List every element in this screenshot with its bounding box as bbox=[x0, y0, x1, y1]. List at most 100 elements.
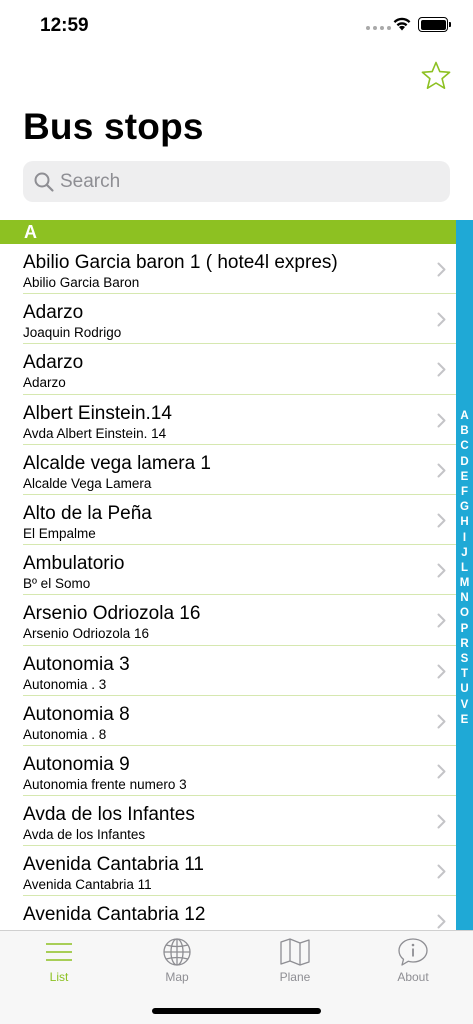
index-letter[interactable]: S bbox=[461, 652, 469, 667]
stop-name: Ambulatorio bbox=[23, 553, 125, 575]
chevron-right-icon bbox=[437, 814, 446, 829]
index-letter[interactable]: F bbox=[461, 485, 468, 500]
chevron-right-icon bbox=[437, 664, 446, 678]
tab-list[interactable]: List bbox=[0, 931, 118, 991]
list-icon bbox=[46, 943, 72, 961]
stop-name: Autonomia 3 bbox=[23, 653, 130, 675]
stop-street: Autonomia . 8 bbox=[23, 726, 107, 742]
tab-plane[interactable]: Plane bbox=[236, 931, 354, 991]
stop-name: Arsenio Odriozola 16 bbox=[23, 603, 201, 625]
stop-street: Bº el Somo bbox=[23, 576, 91, 592]
search-input[interactable] bbox=[60, 170, 440, 193]
index-letter[interactable]: D bbox=[460, 455, 468, 470]
globe-icon bbox=[163, 938, 191, 966]
status-time: 12:59 bbox=[40, 15, 89, 36]
search-bar[interactable] bbox=[23, 161, 450, 202]
chevron-right-icon bbox=[437, 312, 446, 327]
index-letter[interactable]: R bbox=[460, 637, 468, 652]
list-item[interactable]: Autonomia 9 Autonomia frente numero 3 bbox=[0, 746, 456, 797]
tab-label: Plane bbox=[279, 970, 311, 984]
list-item[interactable]: Alto de la Peña El Empalme bbox=[0, 495, 456, 546]
tab-label: About bbox=[397, 970, 429, 984]
chevron-right-icon bbox=[437, 362, 446, 377]
index-letter[interactable]: V bbox=[461, 698, 469, 713]
index-letter[interactable]: E bbox=[461, 713, 469, 728]
index-letter[interactable]: B bbox=[460, 424, 468, 439]
stop-street: Autonomia frente numero 3 bbox=[23, 776, 187, 792]
chevron-right-icon bbox=[437, 513, 446, 528]
section-index-bar[interactable]: A B C D E F G H I J L M N O P R S T U V … bbox=[456, 220, 473, 930]
wifi-icon bbox=[393, 17, 411, 31]
bus-stop-list[interactable]: Abilio Garcia baron 1 ( hote4l expres) Ab… bbox=[0, 244, 456, 930]
stop-name: Alcalde vega lamera 1 bbox=[23, 452, 211, 474]
index-letter[interactable]: O bbox=[460, 606, 469, 621]
tab-about[interactable]: About bbox=[354, 931, 472, 991]
index-letter[interactable]: E bbox=[461, 470, 469, 485]
chevron-right-icon bbox=[437, 463, 446, 478]
list-item[interactable]: Adarzo Adarzo bbox=[0, 344, 456, 395]
chevron-right-icon bbox=[437, 714, 446, 729]
index-letter[interactable]: I bbox=[463, 531, 466, 546]
stop-name: Avenida Cantabria 12 bbox=[23, 904, 206, 926]
list-item[interactable]: Avenida Cantabria 11 Avenida Cantabria 11 bbox=[0, 846, 456, 897]
stop-street: Avda de los Infantes bbox=[23, 827, 146, 843]
tab-label: Map bbox=[165, 970, 189, 984]
stop-name: Autonomia 8 bbox=[23, 703, 130, 725]
index-letter[interactable]: H bbox=[460, 515, 468, 530]
index-letter[interactable]: T bbox=[461, 667, 468, 682]
index-letter[interactable]: L bbox=[461, 561, 468, 576]
index-letter[interactable]: A bbox=[460, 409, 468, 424]
stop-name: Avda de los Infantes bbox=[23, 804, 195, 826]
index-letter[interactable]: C bbox=[460, 439, 468, 454]
map-icon bbox=[280, 938, 310, 966]
list-item[interactable]: Albert Einstein.14 Avda Albert Einstein. … bbox=[0, 395, 456, 445]
chevron-right-icon bbox=[437, 764, 446, 779]
info-icon bbox=[398, 938, 428, 966]
stop-name: Abilio Garcia baron 1 ( hote4l expres) bbox=[23, 252, 338, 273]
cellular-signal-icon bbox=[366, 26, 391, 30]
stop-street: Avda Albert Einstein. 14 bbox=[23, 425, 167, 441]
favorites-star-icon[interactable] bbox=[420, 60, 452, 92]
list-item[interactable]: Avenida Cantabria 12 bbox=[0, 896, 456, 930]
tab-map[interactable]: Map bbox=[118, 931, 236, 991]
stop-name: Albert Einstein.14 bbox=[23, 402, 172, 424]
list-item[interactable]: Autonomia 3 Autonomia . 3 bbox=[0, 646, 456, 696]
list-item[interactable]: Abilio Garcia baron 1 ( hote4l expres) Ab… bbox=[0, 244, 456, 295]
list-item[interactable]: Arsenio Odriozola 16 Arsenio Odriozola 16 bbox=[0, 595, 456, 646]
chevron-right-icon bbox=[437, 914, 446, 929]
stop-street: El Empalme bbox=[23, 525, 96, 541]
chevron-right-icon bbox=[437, 413, 446, 428]
index-letter[interactable]: P bbox=[461, 622, 469, 637]
stop-name: Alto de la Peña bbox=[23, 502, 152, 524]
stop-name: Adarzo bbox=[23, 302, 84, 324]
stop-name: Avenida Cantabria 11 bbox=[23, 854, 204, 876]
list-item[interactable]: Avda de los Infantes Avda de los Infantes bbox=[0, 796, 456, 847]
battery-icon bbox=[418, 17, 451, 32]
list-item[interactable]: Autonomia 8 Autonomia . 8 bbox=[0, 696, 456, 746]
list-item[interactable]: Ambulatorio Bº el Somo bbox=[0, 545, 456, 596]
stop-street: Alcalde Vega Lamera bbox=[23, 475, 152, 491]
stop-name: Autonomia 9 bbox=[23, 753, 130, 775]
stop-street: Abilio Garcia Baron bbox=[23, 275, 140, 290]
index-letter[interactable]: N bbox=[460, 591, 468, 606]
stop-name: Adarzo bbox=[23, 352, 84, 374]
stop-street: Adarzo bbox=[23, 375, 66, 391]
index-letter[interactable]: M bbox=[460, 576, 470, 591]
index-letter[interactable]: G bbox=[460, 500, 469, 515]
page-title: Bus stops bbox=[23, 106, 204, 147]
index-letters: A B C D E F G H I J L M N O P R S T U V … bbox=[456, 409, 473, 728]
status-bar: 12:59 bbox=[0, 0, 473, 50]
chevron-right-icon bbox=[437, 864, 446, 879]
stop-street: Avenida Cantabria 11 bbox=[23, 877, 152, 893]
tab-label: List bbox=[49, 970, 69, 984]
stop-street: Joaquin Rodrigo bbox=[23, 325, 122, 341]
chevron-right-icon bbox=[437, 613, 446, 628]
stop-street: Autonomia . 3 bbox=[23, 676, 107, 692]
index-letter[interactable]: U bbox=[460, 682, 468, 697]
chevron-right-icon bbox=[437, 563, 446, 578]
search-icon bbox=[34, 172, 54, 192]
chevron-right-icon bbox=[437, 262, 446, 277]
list-item[interactable]: Alcalde vega lamera 1 Alcalde Vega Lamera bbox=[0, 445, 456, 495]
index-letter[interactable]: J bbox=[461, 546, 467, 561]
list-item[interactable]: Adarzo Joaquin Rodrigo bbox=[0, 294, 456, 345]
